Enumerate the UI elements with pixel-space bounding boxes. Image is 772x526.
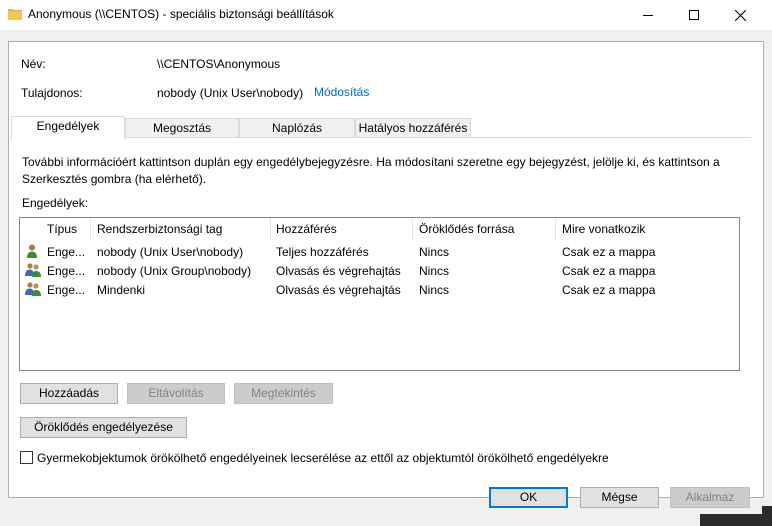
table-row[interactable]: Enge... nobody (Unix User\nobody) Teljes… <box>20 242 739 261</box>
row-principal: Mindenki <box>97 283 146 297</box>
tab-label: Engedélyek <box>36 119 100 133</box>
column-header-access[interactable]: Hozzáférés <box>276 222 337 236</box>
permissions-label: Engedélyek: <box>22 196 89 210</box>
tab-label: Hatályos hozzáférés <box>358 121 468 135</box>
replace-child-permissions-checkbox[interactable] <box>20 451 33 464</box>
description-text: További információért kattintson duplán … <box>22 155 720 186</box>
column-separator[interactable] <box>555 218 556 240</box>
column-header-principal[interactable]: Rendszerbiztonsági tag <box>97 222 222 236</box>
row-applies-to: Csak ez a mappa <box>562 245 656 259</box>
title-bar: Anonymous (\\CENTOS) - speciális biztons… <box>0 0 772 30</box>
row-principal: nobody (Unix Group\nobody) <box>97 264 252 278</box>
tab-permissions[interactable]: Engedélyek <box>11 116 125 139</box>
maximize-icon <box>689 10 699 20</box>
background-window-edge <box>700 514 772 526</box>
tab-auditing[interactable]: Naplózás <box>239 118 355 138</box>
row-type: Enge... <box>47 283 86 297</box>
name-value: \\CENTOS\Anonymous <box>157 57 281 71</box>
minimize-button[interactable] <box>625 0 671 30</box>
group-icon <box>25 281 41 297</box>
view-button[interactable]: Megtekintés <box>234 383 333 404</box>
close-icon <box>734 9 746 21</box>
replace-child-permissions-label: Gyermekobjektumok örökölhető engedélyein… <box>37 451 609 465</box>
window-title: Anonymous (\\CENTOS) - speciális biztons… <box>28 7 334 21</box>
column-header-applies-to[interactable]: Mire vonatkozik <box>562 222 645 236</box>
row-type: Enge... <box>47 264 86 278</box>
ok-button[interactable]: OK <box>489 487 568 508</box>
tab-label: Megosztás <box>152 121 212 135</box>
owner-label: Tulajdonos: <box>21 86 83 100</box>
add-button[interactable]: Hozzáadás <box>20 383 118 404</box>
column-header-type[interactable]: Típus <box>47 222 77 236</box>
maximize-button[interactable] <box>671 0 717 30</box>
row-applies-to: Csak ez a mappa <box>562 264 656 278</box>
column-separator[interactable] <box>270 218 271 240</box>
column-separator[interactable] <box>90 218 91 240</box>
group-icon <box>25 262 41 278</box>
owner-value: nobody (Unix User\nobody) <box>157 86 304 100</box>
tab-sharing[interactable]: Megosztás <box>125 118 239 138</box>
row-principal: nobody (Unix User\nobody) <box>97 245 244 259</box>
column-header-inherited-from[interactable]: Öröklődés forrása <box>419 222 514 236</box>
folder-icon <box>8 7 22 20</box>
close-button[interactable] <box>717 0 763 30</box>
row-type: Enge... <box>47 245 86 259</box>
table-row[interactable]: Enge... nobody (Unix Group\nobody) Olvas… <box>20 261 739 280</box>
row-inherited-from: Nincs <box>419 264 450 278</box>
user-icon <box>25 243 41 259</box>
column-separator[interactable] <box>412 218 413 240</box>
name-label: Név: <box>21 57 46 71</box>
list-header: Típus Rendszerbiztonsági tag Hozzáférés … <box>20 218 739 240</box>
background-window-edge <box>762 506 772 514</box>
change-owner-link[interactable]: Módosítás <box>314 85 369 99</box>
cancel-button[interactable]: Mégse <box>580 487 659 508</box>
row-inherited-from: Nincs <box>419 245 450 259</box>
table-row[interactable]: Enge... Mindenki Olvasás és végrehajtás … <box>20 280 739 299</box>
minimize-icon <box>643 14 653 16</box>
tab-effective-access[interactable]: Hatályos hozzáférés <box>355 118 471 138</box>
dialog-client: Név: \\CENTOS\Anonymous Tulajdonos: nobo… <box>0 30 772 526</box>
row-access: Teljes hozzáférés <box>276 245 369 259</box>
row-inherited-from: Nincs <box>419 283 450 297</box>
row-applies-to: Csak ez a mappa <box>562 283 656 297</box>
row-access: Olvasás és végrehajtás <box>276 264 401 278</box>
remove-button[interactable]: Eltávolítás <box>127 383 225 404</box>
enable-inheritance-button[interactable]: Öröklődés engedélyezése <box>20 417 187 438</box>
tab-label: Naplózás <box>271 121 323 135</box>
permission-entries-list[interactable]: Típus Rendszerbiztonsági tag Hozzáférés … <box>19 217 740 371</box>
apply-button[interactable]: Alkalmaz <box>670 487 750 508</box>
row-access: Olvasás és végrehajtás <box>276 283 401 297</box>
